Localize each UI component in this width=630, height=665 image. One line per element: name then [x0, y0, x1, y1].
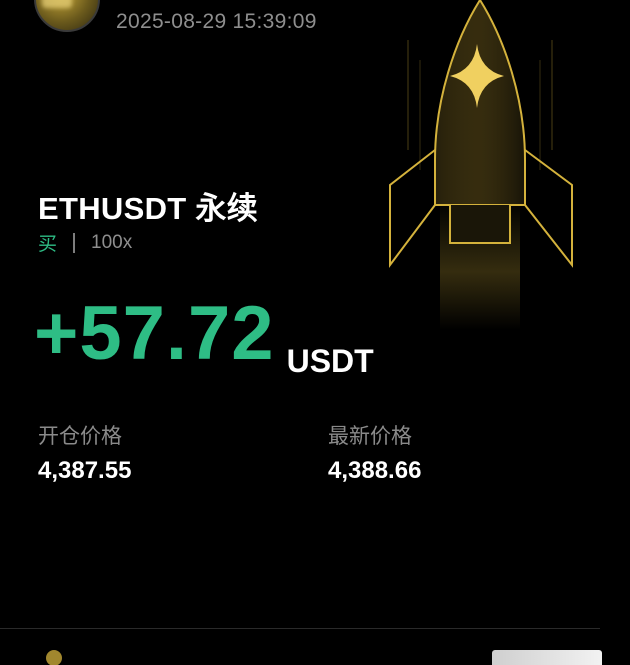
entry-price-value: 4,387.55: [38, 457, 132, 484]
pnl-display: +57.72 USDT: [34, 291, 374, 380]
section-divider: [0, 628, 600, 629]
pnl-value: +57.72: [34, 291, 275, 376]
contract-symbol: ETHUSDT 永续: [38, 191, 258, 226]
pnl-unit: USDT: [286, 343, 374, 379]
brand-logo: [46, 650, 62, 665]
entry-price-label: 开仓价格: [38, 425, 122, 448]
avatar[interactable]: [34, 0, 100, 32]
leverage-label: 100x: [91, 231, 133, 253]
last-price-value: 4,388.66: [328, 457, 422, 484]
position-meta: 买 100x: [38, 229, 132, 256]
side-label: 买: [38, 234, 58, 255]
rocket-icon: [389, 0, 573, 330]
qr-code-edge: [492, 650, 602, 665]
divider: [73, 232, 76, 253]
last-price-label: 最新价格: [328, 425, 412, 448]
share-timestamp: 2025-08-29 15:39:09: [116, 10, 317, 33]
